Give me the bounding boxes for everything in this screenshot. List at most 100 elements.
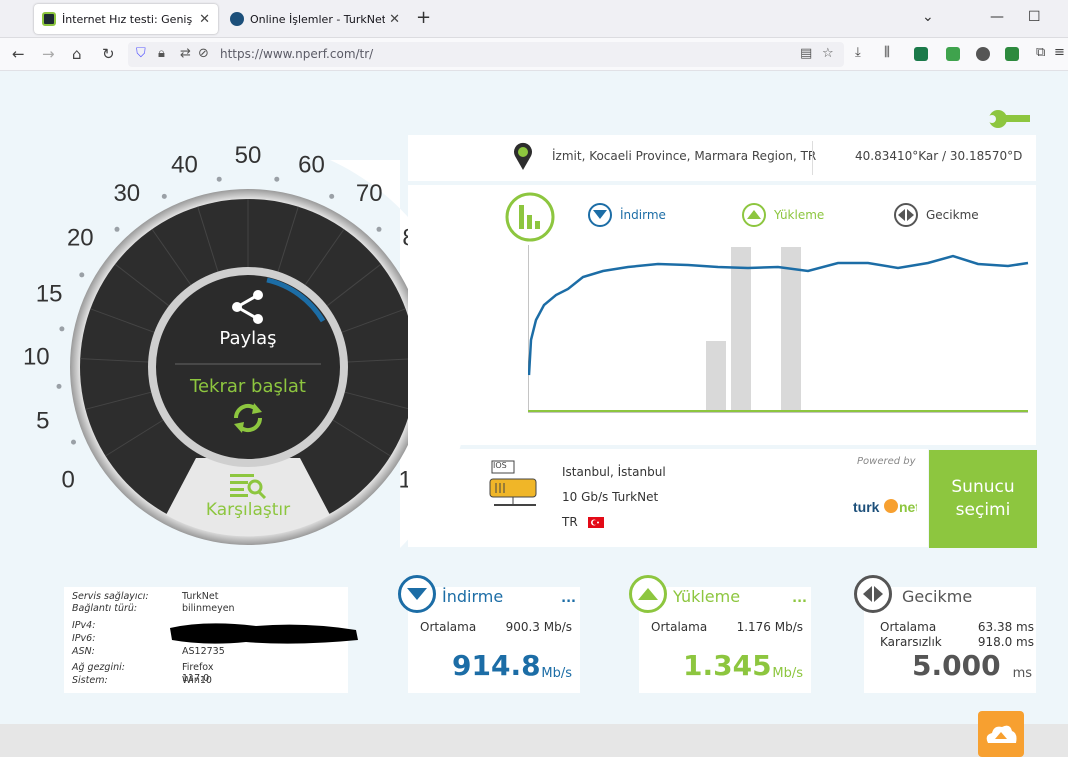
powered-by-text: Powered by (857, 456, 916, 467)
upload-more-button[interactable]: ... (792, 591, 807, 606)
upload-card: Yükleme ... Ortalama 1.176 Mb/s 1.345 Mb… (629, 575, 811, 693)
svg-text:turk: turk (853, 499, 880, 515)
upload-avg-label: Ortalama (651, 620, 708, 634)
compare-button[interactable]: Karşılaştır (188, 500, 308, 520)
upload-arrow-icon (742, 203, 766, 227)
extension-icon[interactable] (1005, 47, 1019, 61)
download-value: 914.8 (452, 649, 541, 682)
legend-upload: Yükleme (742, 203, 824, 227)
gauge-tick-dot (79, 272, 85, 278)
close-tab-icon[interactable]: ✕ (389, 12, 400, 27)
server-city: Istanbul, İstanbul (562, 465, 666, 479)
gauge-tick-label: 5 (36, 407, 49, 434)
latency-title: Gecikme (902, 587, 973, 606)
location-pin-icon (514, 142, 532, 170)
url-text[interactable]: https://www.nperf.com/tr/ (220, 47, 373, 61)
redaction-scribble (170, 623, 358, 644)
download-avg-label: Ortalama (420, 620, 477, 634)
upload-unit: Mb/s (772, 666, 803, 681)
tab-nperf[interactable]: İnternet Hız testi: Geniş bant ba ✕ (34, 4, 218, 34)
extension-icon[interactable] (914, 47, 928, 61)
upload-avg-value: 1.176 Mb/s (736, 620, 803, 634)
latency-icon (854, 575, 892, 613)
extension-icon[interactable] (976, 47, 990, 61)
upload-value: 1.345 (683, 649, 772, 682)
info-value: bilinmeyen (182, 603, 235, 614)
info-key: Ağ gezgini: (72, 662, 125, 673)
legend-latency: Gecikme (894, 203, 979, 227)
library-icon[interactable]: ⫼ (884, 45, 890, 60)
svg-text:net: net (899, 499, 917, 515)
download-more-button[interactable]: ... (561, 591, 576, 606)
list-tabs-icon[interactable]: ⌄ (922, 9, 934, 25)
bookmark-star-icon[interactable]: ☆ (822, 46, 834, 61)
minimize-icon[interactable]: — (990, 9, 1004, 25)
reader-view-icon[interactable]: ▤ (800, 46, 812, 61)
gauge-tick-dot (274, 176, 280, 182)
maximize-icon[interactable]: ☐ (1028, 9, 1041, 25)
server-panel (408, 449, 928, 547)
chart-toggle-icon[interactable] (504, 191, 556, 243)
downloads-icon[interactable]: ⤓ (855, 45, 861, 60)
gauge-tick-dot (114, 226, 120, 232)
cloud-up-icon (986, 725, 1017, 743)
gauge-tick-dot (216, 176, 222, 182)
tab-turknet[interactable]: Online İşlemler - TurkNet ✕ (222, 4, 408, 34)
latency-icon (894, 203, 918, 227)
share-button[interactable]: Paylaş (198, 328, 298, 349)
download-avg-value: 900.3 Mb/s (505, 620, 572, 634)
download-arrow-icon (398, 575, 436, 613)
server-badge: IOS (493, 461, 507, 470)
latency-card: Gecikme Ortalama 63.38 ms Kararsızlık 91… (854, 575, 1036, 693)
gauge-tick-dot (376, 226, 382, 232)
scroll-top-button[interactable] (978, 711, 1024, 757)
location-text: İzmit, Kocaeli Province, Marmara Region,… (552, 149, 817, 163)
settings-wrench-icon[interactable] (988, 107, 1032, 131)
latency-bar (731, 247, 751, 412)
gauge-tick-label: 10 (23, 343, 50, 370)
refresh-icon[interactable] (230, 400, 266, 436)
share-icon[interactable] (229, 289, 267, 325)
gauge-tick-dot (161, 193, 167, 199)
lock-icon[interactable]: 🔒︎ (158, 46, 165, 61)
extensions-puzzle-icon[interactable]: ⧉ (1036, 45, 1045, 60)
legend-download: İndirme (588, 203, 666, 227)
jitter-label: Kararsızlık (880, 635, 942, 649)
turknet-logo: turk net (853, 499, 917, 515)
info-key: Sistem: (72, 675, 108, 686)
latency-unit: ms (1012, 666, 1032, 681)
back-icon[interactable]: ← (12, 45, 25, 63)
gauge-tick-dot (56, 383, 62, 389)
tab-strip: İnternet Hız testi: Geniş bant ba ✕ Onli… (0, 0, 1068, 38)
info-key: Servis sağlayıcı: (72, 591, 149, 602)
menu-icon[interactable]: ≡ (1054, 45, 1065, 60)
home-icon[interactable]: ⌂ (72, 45, 82, 63)
compare-icon[interactable] (228, 471, 268, 499)
nperf-favicon-icon (42, 12, 56, 26)
shield-icon[interactable]: ⛉ (136, 46, 146, 61)
server-provider: 10 Gb/s TurkNet (562, 490, 659, 504)
info-value: Win10 (182, 675, 212, 686)
gauge-tick-label: 40 (171, 152, 198, 179)
footer-strip (0, 724, 1068, 757)
tracking-icon[interactable]: ⊘ (198, 46, 209, 61)
latency-value: 5.000 (912, 649, 1001, 682)
new-tab-icon[interactable]: + (416, 7, 431, 28)
download-title: İndirme (442, 587, 504, 606)
server-select-button[interactable]: Sunucu seçimi (929, 450, 1037, 548)
restart-button[interactable]: Tekrar başlat (168, 376, 328, 397)
gauge-tick-label: 20 (67, 224, 94, 251)
forward-icon[interactable]: → (42, 45, 55, 63)
reload-icon[interactable]: ↻ (102, 45, 115, 63)
gauge-tick-label: 15 (36, 281, 63, 308)
url-bar[interactable]: ⛉ 🔒︎ ⇄ ⊘ https://www.nperf.com/tr/ ▤ ☆ (128, 42, 844, 67)
permissions-icon[interactable]: ⇄ (180, 46, 191, 61)
download-unit: Mb/s (541, 666, 572, 681)
extension-icon[interactable] (946, 47, 960, 61)
coordinates-text: 40.83410°Kar / 30.18570°D (855, 149, 1023, 163)
tab-label: İnternet Hız testi: Geniş bant ba (62, 12, 195, 26)
close-tab-icon[interactable]: ✕ (199, 12, 210, 27)
latency-avg-label: Ortalama (880, 620, 937, 634)
gauge-tick-label: 30 (113, 180, 140, 207)
gauge-tick-label: 0 (62, 466, 75, 493)
